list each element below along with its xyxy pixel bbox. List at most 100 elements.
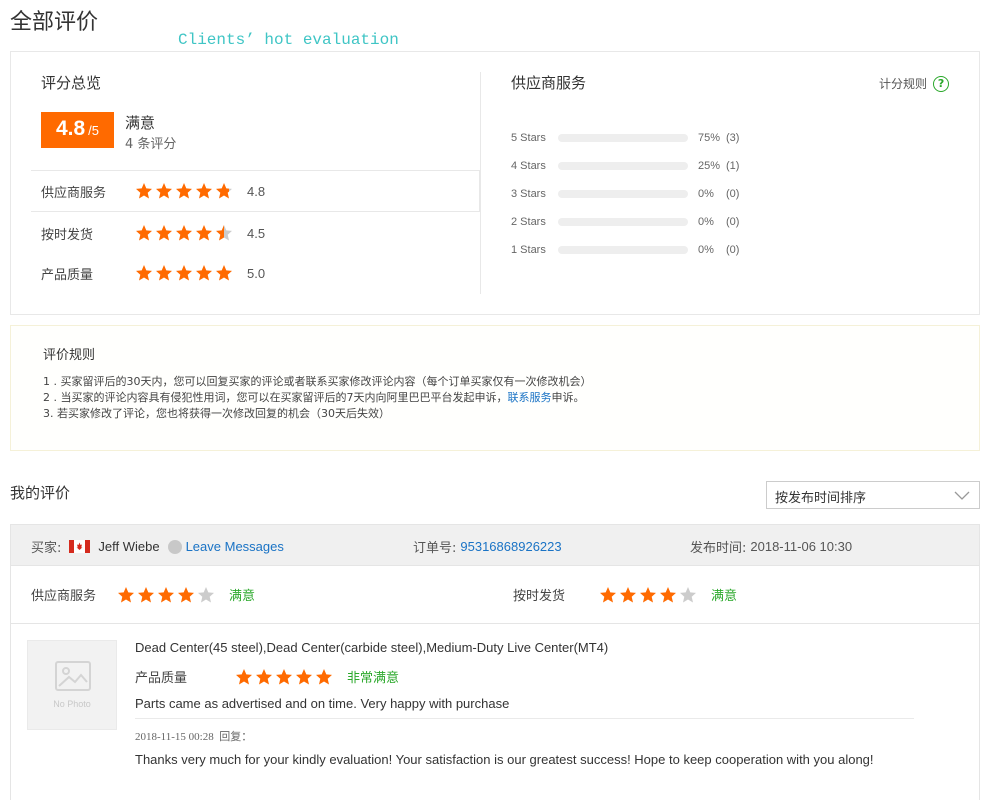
rule-line-2: 2 . 当买家的评论内容具有侵犯性用词，您可以在买家留评后的7天内向阿里巴巴平台… [43,389,584,405]
rating-summary-panel: 评分总览 4.8 /5 满意 4 条评分 供应商服务 4.8 按时发货 4.5 … [10,51,980,315]
count: (0) [726,244,740,256]
rule-line-2-end: 申诉。 [551,391,585,404]
rule-line-2-text: 2 . 当买家的评论内容具有侵犯性用词，您可以在买家留评后的7天内向阿里巴巴平台… [43,391,508,404]
count: (1) [726,160,740,172]
buyer-name[interactable]: Jeff Wiebe [98,539,159,554]
star-icon [196,265,212,281]
count: (0) [726,188,740,200]
delivery-level: 满意 [711,589,738,604]
delivery-label: 按时发货 [513,589,566,604]
star-icon [660,586,676,602]
help-circle-icon[interactable]: ? [933,75,950,92]
rating-row-delivery: 按时发货 4.5 [31,212,480,254]
quality-level: 非常满意 [347,671,400,686]
order-number-link[interactable]: 95316868926223 [460,539,561,554]
count: (3) [726,132,740,144]
time-label: 发布时间: [690,541,747,556]
review-body: No Photo Dead Center(45 steel),Dead Cent… [10,624,980,800]
star-icon [600,586,616,602]
sort-dropdown[interactable]: 按发布时间排序 [766,481,980,509]
star-icon [156,183,172,199]
star-distribution-row: 1 Stars 0% (0) [511,242,756,258]
percent: 25% [698,160,721,172]
overall-score: 4.8 [55,117,86,140]
scoring-rules-link[interactable]: 计分规则 ? [879,75,950,92]
review-scores: 供应商服务 满意 按时发货 满意 [10,566,980,624]
rating-row-supplier: 供应商服务 4.8 [31,170,480,212]
star-icon [156,225,172,241]
order-label: 订单号: [413,541,457,556]
product-image-placeholder[interactable]: No Photo [27,640,117,730]
star-icon [156,265,172,281]
star-icon [316,668,332,684]
sort-value: 按发布时间排序 [775,491,867,506]
rating-label: 产品质量 [41,267,94,283]
buyer-label: 买家: [31,541,62,556]
star-icon [296,668,312,684]
rating-value: 4.8 [247,183,266,199]
supplier-service-title: 供应商服务 [511,74,587,92]
star-distribution-row: 5 Stars 75% (3) [511,130,756,146]
star-icon [176,225,192,241]
chevron-down-icon [953,486,971,508]
star-icon [196,225,212,241]
star-icon [198,586,214,602]
overview-title: 评分总览 [41,74,102,92]
reply-label: 回复： [219,730,253,743]
progress-track [558,134,688,142]
star-icon [178,586,194,602]
star-icon [158,586,174,602]
star-icon [138,586,154,602]
star-icon [176,183,192,199]
canada-flag-icon [69,540,91,553]
buyer-feedback: Parts came as advertised and on time. Ve… [135,696,510,711]
contact-service-link[interactable]: 联系服务 [507,391,551,404]
star-icon [256,668,272,684]
product-name[interactable]: Dead Center(45 steel),Dead Center(carbid… [135,640,608,655]
supplier-score-row: 供应商服务 满意 [31,585,255,604]
rating-value: 4.5 [247,225,266,241]
star-icon [680,586,696,602]
star-level-label: 1 Stars [511,244,546,256]
score-max: /5 [88,123,100,138]
star-icon [196,183,212,199]
star-distribution-row: 4 Stars 25% (1) [511,158,756,174]
overall-score-badge: 4.8 /5 [41,112,114,148]
star-icon [236,668,252,684]
progress-track [558,218,688,226]
chat-icon[interactable] [167,539,182,554]
reply-meta: 2018-11-15 00:28 回复： [135,728,252,744]
review-count: 4 条评分 [125,137,177,152]
no-photo-text: No Photo [53,699,91,709]
product-quality-row: 产品质量 非常满意 [135,667,399,686]
buyer-info: 买家: Jeff Wiebe Leave Messages [31,537,284,556]
rules-title: 评价规则 [43,348,96,363]
star-icon [136,225,152,241]
reply-time: 2018-11-15 00:28 [135,731,214,743]
rating-label: 按时发货 [41,227,94,243]
quality-label: 产品质量 [135,671,188,686]
delivery-score-row: 按时发货 满意 [513,585,737,604]
star-icon [136,183,152,199]
satisfaction-level: 满意 [125,114,156,132]
percent: 75% [698,132,721,144]
supplier-level: 满意 [229,589,256,604]
star-rating [135,224,233,242]
star-icon [216,265,232,281]
image-icon [55,661,91,696]
star-rating [599,586,697,604]
star-distribution-row: 3 Stars 0% (0) [511,186,756,202]
publish-time: 发布时间: 2018-11-06 10:30 [690,537,852,556]
reply-text: Thanks very much for your kindly evaluat… [135,752,874,767]
supplier-label: 供应商服务 [31,589,97,604]
star-distribution-row: 2 Stars 0% (0) [511,214,756,230]
annotation-text: Clients’ hot evaluation [178,31,399,49]
rule-line-3: 3. 若买家修改了评论，您也将获得一次修改回复的机会（30天后失效） [43,407,390,420]
star-rating [135,264,233,282]
leave-messages-link[interactable]: Leave Messages [186,539,284,554]
star-icon [136,265,152,281]
progress-track [558,162,688,170]
star-level-label: 2 Stars [511,216,546,228]
time-value: 2018-11-06 10:30 [750,539,853,554]
rating-value: 5.0 [247,265,266,281]
